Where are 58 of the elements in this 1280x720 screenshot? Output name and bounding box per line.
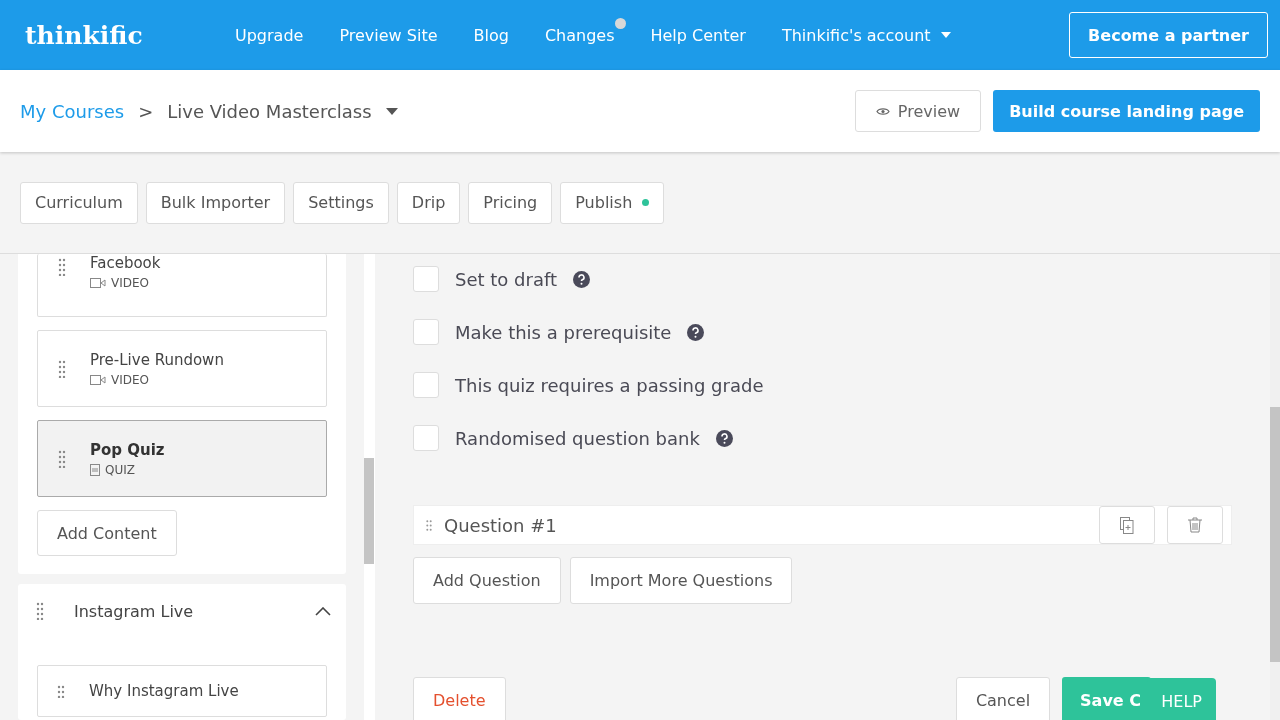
course-selector[interactable]: Live Video Masterclass — [167, 100, 372, 122]
option-label: Set to draft — [455, 268, 557, 290]
delete-button[interactable]: Delete — [413, 677, 506, 720]
add-content-button[interactable]: Add Content — [37, 510, 177, 556]
video-camera-icon — [90, 278, 106, 288]
help-icon[interactable] — [573, 270, 590, 288]
scrollbar-thumb[interactable] — [1270, 407, 1280, 662]
caret-icon — [940, 32, 951, 38]
lesson-item[interactable]: Facebook VIDEO — [37, 254, 327, 317]
chevron-icon[interactable] — [315, 606, 331, 616]
lesson-item[interactable]: Pop Quiz QUIZ — [37, 420, 327, 497]
breadcrumb-separator: > — [138, 100, 154, 122]
duplicate-button[interactable] — [1099, 506, 1155, 544]
option-label: This quiz requires a passing grade — [455, 374, 764, 396]
scrollbar-thumb[interactable] — [364, 458, 374, 564]
tab[interactable]: Settings — [293, 181, 389, 224]
lesson-item[interactable]: Why Instagram Live — [37, 665, 327, 717]
drag-handle-icon[interactable] — [426, 519, 432, 531]
drag-handle-icon[interactable] — [58, 449, 66, 468]
eye-icon — [875, 106, 890, 116]
checkbox[interactable] — [413, 319, 439, 345]
copy-icon — [1120, 516, 1134, 534]
lesson-title: Pre-Live Rundown — [90, 350, 224, 369]
question-title: Question #1 — [444, 514, 558, 536]
tab[interactable]: Publish — [560, 181, 665, 224]
checkbox[interactable] — [413, 425, 439, 451]
drag-handle-icon[interactable] — [36, 602, 44, 620]
drag-handle-icon[interactable] — [57, 684, 65, 698]
delete-icon-button[interactable] — [1167, 506, 1223, 544]
lesson-type: VIDEO — [111, 276, 149, 290]
checkbox[interactable] — [413, 372, 439, 398]
drag-handle-icon[interactable] — [58, 359, 66, 378]
option-label: Make this a prerequisite — [455, 321, 672, 343]
lesson-type: VIDEO — [111, 372, 149, 387]
video-camera-icon — [90, 374, 106, 385]
question-row[interactable]: Question #1 — [413, 505, 1232, 545]
drag-handle-icon[interactable] — [58, 258, 66, 276]
question-action-button[interactable]: Import More Questions — [569, 557, 793, 604]
preview-button[interactable]: Preview — [854, 90, 982, 132]
trash-icon — [1188, 517, 1202, 533]
option-label: Randomised question bank — [455, 427, 700, 449]
document-icon — [90, 463, 100, 476]
lesson-title: Facebook — [90, 254, 161, 272]
checkbox[interactable] — [413, 266, 439, 292]
tab[interactable]: Curriculum — [20, 181, 138, 224]
chapter-title: Instagram Live — [74, 601, 195, 621]
tab[interactable]: Drip — [396, 181, 461, 224]
help-icon[interactable] — [687, 323, 705, 341]
lesson-item[interactable]: Pre-Live Rundown VIDEO — [37, 330, 327, 407]
caret-icon[interactable] — [385, 107, 398, 115]
lesson-title: Pop Quiz — [90, 440, 165, 459]
tab[interactable]: Pricing — [468, 181, 553, 224]
cancel-button[interactable]: Cancel — [955, 677, 1051, 720]
tab[interactable]: Bulk Importer — [145, 181, 286, 224]
lesson-type: QUIZ — [105, 462, 135, 477]
question-action-button[interactable]: Add Question — [413, 557, 561, 604]
lesson-title: Why Instagram Live — [89, 682, 239, 700]
help-icon[interactable] — [715, 429, 733, 447]
